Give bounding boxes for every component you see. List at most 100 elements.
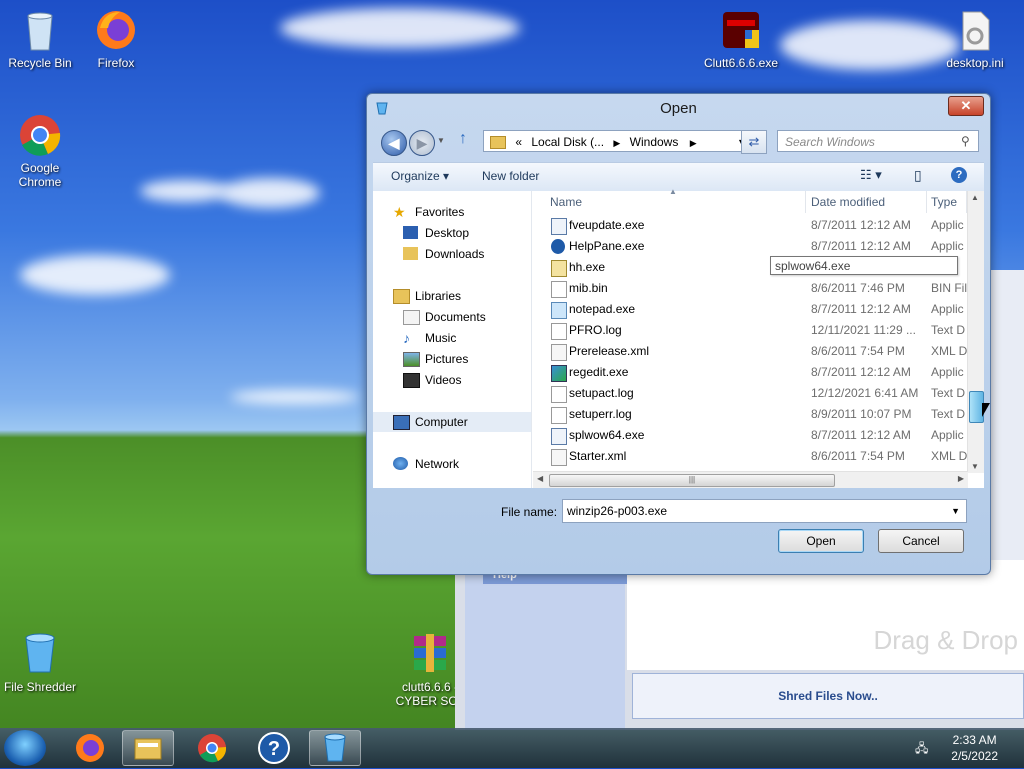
registry-icon [551, 365, 567, 382]
help-icon[interactable]: ? [951, 167, 967, 183]
sort-arrow-icon: ▲ [669, 187, 677, 196]
file-row[interactable]: regedit.exe 8/7/2011 12:12 AM Applic [533, 362, 968, 383]
search-input[interactable]: Search Windows [777, 130, 979, 152]
desktop-icon-recycle-bin[interactable]: Recycle Bin [0, 8, 80, 70]
file-type: BIN Fil [931, 281, 967, 295]
chrome-icon [198, 734, 227, 763]
file-row[interactable]: PFRO.log 12/11/2021 11:29 ... Text D [533, 320, 968, 341]
nav-computer[interactable]: Computer [373, 412, 531, 432]
vertical-scrollbar[interactable]: ▲ ▼ [967, 191, 984, 473]
nav-label: Favorites [415, 205, 465, 219]
new-folder-button[interactable]: New folder [482, 169, 539, 183]
horizontal-scrollbar[interactable]: ◀ ||| ▶ [533, 471, 968, 488]
desktop-icon-clutt-exe[interactable]: Clutt6.6.6.exe [701, 8, 781, 70]
file-row[interactable]: Starter.xml 8/6/2011 7:54 PM XML D [533, 446, 968, 467]
desktop-icon-desktop-ini[interactable]: desktop.ini [935, 8, 1015, 70]
nav-label: Libraries [415, 289, 462, 303]
column-header-date[interactable]: Date modified [807, 191, 927, 213]
column-header-type[interactable]: Type [927, 191, 967, 213]
file-type: XML D [931, 449, 968, 463]
desktop-icon-firefox[interactable]: Firefox [76, 8, 156, 70]
nav-favorites[interactable]: ★ Favorites [373, 202, 531, 222]
file-row[interactable]: setupact.log 12/12/2021 6:41 AM Text D [533, 383, 968, 404]
nav-label: Videos [425, 373, 462, 387]
nav-music[interactable]: ♪ Music [373, 328, 531, 348]
nav-desktop[interactable]: Desktop [373, 223, 531, 243]
cloud [220, 178, 320, 208]
file-row[interactable]: fveupdate.exe 8/7/2011 12:12 AM Applic [533, 215, 968, 236]
nav-label: Desktop [425, 226, 470, 240]
breadcrumb-local-disk[interactable]: Local Disk (... [531, 135, 604, 149]
start-button-windows-icon[interactable] [4, 730, 46, 766]
desktop-icon-google-chrome[interactable]: Google Chrome [0, 113, 80, 189]
chrome-icon [18, 113, 62, 157]
chevron-right-icon[interactable]: ▶ [613, 138, 620, 148]
recent-locations-dropdown[interactable]: ▼ [437, 136, 445, 145]
taskbar-help[interactable]: ? [248, 730, 300, 766]
file-row[interactable]: HelpPane.exe 8/7/2011 12:12 AM Applic [533, 236, 968, 257]
file-name: fveupdate.exe [569, 218, 645, 232]
file-row[interactable]: splwow64.exe 8/7/2011 12:12 AM Applic [533, 425, 968, 446]
taskbar-file-explorer[interactable] [122, 730, 174, 766]
svg-text:?: ? [268, 738, 280, 760]
file-name: mib.bin [569, 281, 608, 295]
scroll-up-arrow-icon[interactable]: ▲ [971, 193, 979, 202]
file-row[interactable]: setuperr.log 8/9/2011 10:07 PM Text D [533, 404, 968, 425]
notepad-icon [551, 302, 567, 319]
taskbar-file-shredder[interactable] [309, 730, 361, 766]
desktop-icon-label: File Shredder [3, 680, 77, 694]
address-bar[interactable]: « Local Disk (... ▶ Windows ▶ ▼ [483, 130, 753, 152]
taskbar-firefox[interactable] [64, 730, 116, 766]
view-options-icon[interactable]: ☷ ▾ [860, 167, 882, 183]
breadcrumb-windows[interactable]: Windows [630, 135, 679, 149]
back-button[interactable]: ◀ [381, 130, 407, 156]
desktop-icon-label: Google Chrome [18, 161, 62, 189]
system-clock[interactable]: 2:33 AM 2/5/2022 [951, 732, 998, 764]
cancel-button[interactable]: Cancel [878, 529, 964, 553]
shred-files-button[interactable]: Shred Files Now.. [632, 673, 1024, 719]
address-overflow[interactable]: « [515, 135, 522, 149]
file-name-input[interactable]: winzip26-p003.exe ▼ [562, 499, 967, 523]
scroll-down-arrow-icon[interactable]: ▼ [971, 462, 979, 471]
file-name-value: winzip26-p003.exe [567, 504, 668, 518]
open-button[interactable]: Open [778, 529, 864, 553]
file-name: Prerelease.xml [569, 344, 650, 358]
nav-downloads[interactable]: Downloads [373, 244, 531, 264]
nav-documents[interactable]: Documents [373, 307, 531, 327]
organize-button[interactable]: Organize ▾ [391, 169, 449, 183]
up-arrow-icon[interactable]: ↑ [459, 130, 467, 148]
settings-file-icon [953, 8, 997, 52]
title-bar[interactable]: Open ✕ [367, 94, 990, 122]
horizontal-scrollbar-thumb[interactable]: ||| [549, 474, 835, 487]
scroll-left-arrow-icon[interactable]: ◀ [537, 474, 543, 483]
nav-libraries[interactable]: Libraries [373, 286, 531, 306]
file-type: Text D [931, 407, 966, 421]
taskbar-chrome[interactable] [186, 730, 238, 766]
drop-zone[interactable]: Drag & Drop [627, 560, 1024, 670]
nav-videos[interactable]: Videos [373, 370, 531, 390]
command-bar: Organize ▾ New folder ☷ ▾ ▯ ? [373, 162, 984, 192]
file-row[interactable]: notepad.exe 8/7/2011 12:12 AM Applic [533, 299, 968, 320]
file-name: notepad.exe [569, 302, 636, 316]
chevron-right-icon[interactable]: ▶ [690, 138, 697, 148]
nav-label: Pictures [425, 352, 469, 366]
refresh-button[interactable]: ⇄ [741, 130, 767, 154]
text-file-icon [551, 323, 567, 340]
file-date: 8/7/2011 12:12 AM [811, 428, 911, 442]
network-tray-icon[interactable]: 🖧 [915, 739, 931, 755]
preview-pane-icon[interactable]: ▯ [914, 167, 922, 184]
nav-network[interactable]: Network [373, 454, 531, 474]
file-name-dropdown-icon[interactable]: ▼ [951, 500, 960, 522]
desktop-icon-file-shredder[interactable]: File Shredder [0, 632, 80, 694]
firefox-icon [94, 8, 138, 52]
shredder-icon [18, 632, 62, 676]
file-row[interactable]: mib.bin 8/6/2011 7:46 PM BIN Fil [533, 278, 968, 299]
close-button[interactable]: ✕ [948, 96, 984, 116]
nav-label: Network [415, 457, 460, 471]
file-row[interactable]: Prerelease.xml 8/6/2011 7:54 PM XML D [533, 341, 968, 362]
file-date: 8/7/2011 12:12 AM [811, 302, 911, 316]
scroll-right-arrow-icon[interactable]: ▶ [958, 474, 964, 483]
cloud [20, 255, 170, 295]
nav-pictures[interactable]: Pictures [373, 349, 531, 369]
forward-button[interactable]: ▶ [409, 130, 435, 156]
